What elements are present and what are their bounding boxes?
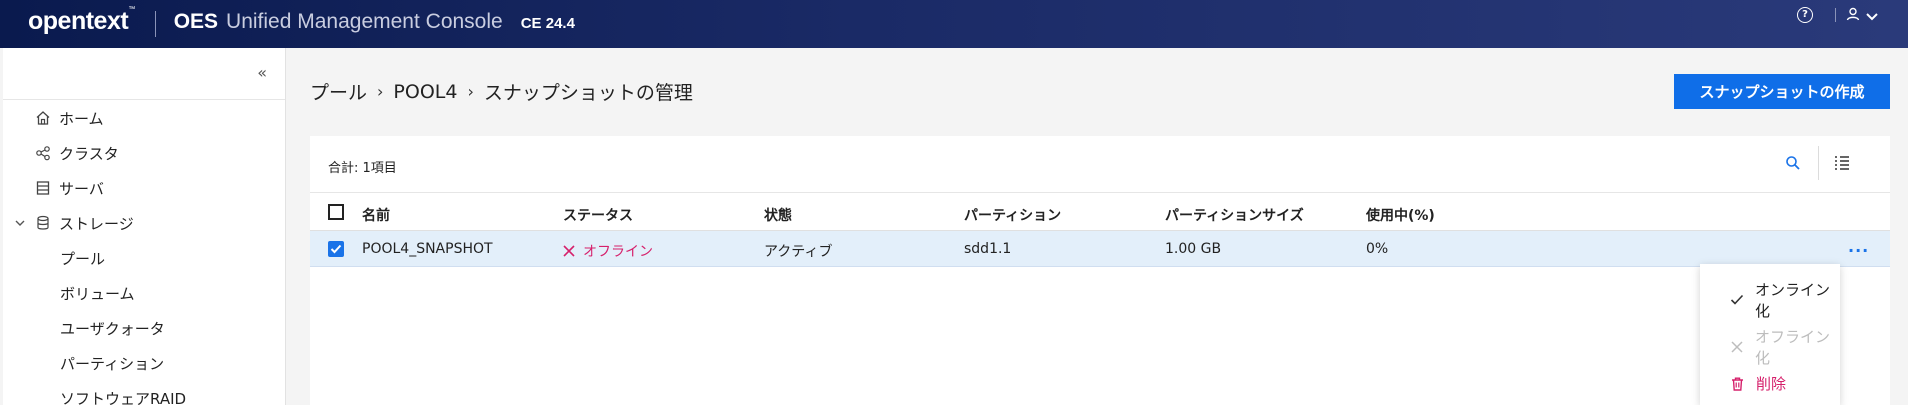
cell-partition: sdd1.1 (964, 241, 1012, 257)
chevron-down-icon[interactable] (15, 217, 25, 230)
table-toolbar: 合計: 1項目 (310, 136, 1890, 193)
column-header-in-use[interactable]: 使用中(%) (1366, 205, 1435, 225)
cell-state: アクティブ (764, 244, 833, 260)
column-header-name[interactable]: 名前 (362, 205, 390, 225)
action-delete-label: 削除 (1756, 375, 1787, 393)
sidebar-item-label: パーティション (60, 354, 165, 373)
app-name: Unified Management Console (226, 10, 503, 33)
header-right-divider (1835, 8, 1836, 22)
cluster-icon (33, 143, 53, 163)
home-icon (33, 108, 53, 128)
table-header: 名前 ステータス 状態 パーティション パーティションサイズ 使用中(%) (310, 193, 1890, 231)
cell-status: オフライン (563, 241, 653, 261)
cell-name: POOL4_SNAPSHOT (362, 241, 493, 257)
action-delete[interactable]: 削除 (1728, 373, 1786, 394)
sidebar-collapse-row: « (3, 48, 285, 100)
sidebar-item-label: プール (60, 249, 106, 268)
sidebar-item-partition[interactable]: パーティション (60, 350, 164, 376)
user-icon[interactable] (1846, 6, 1860, 25)
sidebar-item-label: ストレージ (59, 214, 134, 233)
column-header-partition-size[interactable]: パーティションサイズ (1165, 205, 1304, 225)
sidebar: « ホーム クラスタ サーバ ストレージ プール ボリューム ユーザクォータ パ… (3, 48, 286, 405)
breadcrumb-pool[interactable]: プール (310, 78, 367, 105)
server-icon (33, 178, 53, 198)
action-offline-label: オフライン化 (1755, 328, 1831, 367)
column-header-status[interactable]: ステータス (563, 205, 633, 225)
action-online[interactable]: オンライン化 (1728, 279, 1840, 321)
storage-icon (33, 213, 53, 233)
page-title: スナップショットの管理 (483, 82, 693, 104)
sidebar-item-cluster[interactable]: クラスタ (33, 140, 119, 166)
sidebar-item-software-raid[interactable]: ソフトウェアRAID (60, 385, 186, 405)
row-checkbox[interactable] (328, 241, 344, 257)
breadcrumb-pool4[interactable]: POOL4 (393, 81, 457, 103)
sidebar-item-label: ボリューム (60, 284, 135, 303)
table-row[interactable]: POOL4_SNAPSHOT オフライン アクティブ sdd1.1 1.00 G… (310, 231, 1890, 267)
create-snapshot-button[interactable]: スナップショットの作成 (1674, 74, 1890, 109)
cell-partition-size: 1.00 GB (1165, 241, 1222, 257)
status-text: オフライン (583, 244, 653, 260)
action-online-label: オンライン化 (1755, 281, 1831, 320)
row-actions-dropdown: オンライン化 オフライン化 削除 (1700, 264, 1840, 405)
close-icon (1728, 341, 1745, 353)
cell-in-use: 0% (1366, 241, 1389, 257)
opentext-logo: opentext™ (28, 6, 135, 35)
search-icon[interactable] (1785, 155, 1801, 175)
row-actions-menu-icon[interactable]: ··· (1848, 241, 1869, 260)
top-header: opentext™ OES Unified Management Console… (0, 0, 1908, 48)
select-all-checkbox[interactable] (328, 204, 344, 220)
breadcrumb: プール › POOL4 › スナップショットの管理 (310, 78, 693, 105)
column-header-state[interactable]: 状態 (764, 205, 792, 225)
snapshot-table-card: 合計: 1項目 名前 ステータス 状態 パーティション パーティションサイズ 使… (310, 136, 1890, 405)
check-icon (1728, 294, 1745, 306)
sidebar-item-home[interactable]: ホーム (33, 105, 104, 131)
sidebar-item-label: ホーム (59, 109, 104, 128)
sidebar-item-pool[interactable]: プール (60, 245, 105, 271)
app-version: CE 24.4 (520, 14, 575, 32)
breadcrumb-separator: › (377, 82, 384, 101)
toolbar-divider (1818, 146, 1819, 180)
collapse-sidebar-icon[interactable]: « (257, 63, 267, 82)
trash-icon (1728, 377, 1746, 391)
sidebar-item-volume[interactable]: ボリューム (60, 280, 135, 306)
sidebar-item-label: ソフトウェアRAID (60, 389, 187, 405)
sidebar-item-label: サーバ (59, 179, 104, 198)
total-count: 合計: 1項目 (328, 161, 397, 176)
sidebar-item-storage[interactable]: ストレージ (33, 210, 134, 236)
sidebar-item-user-quota[interactable]: ユーザクォータ (60, 315, 165, 341)
column-header-partition[interactable]: パーティション (964, 205, 1061, 225)
action-offline: オフライン化 (1728, 326, 1840, 368)
breadcrumb-separator: › (467, 82, 474, 101)
sidebar-item-label: ユーザクォータ (60, 319, 165, 338)
sidebar-item-server[interactable]: サーバ (33, 175, 104, 201)
help-icon[interactable]: ? (1797, 7, 1813, 23)
main-content: プール › POOL4 › スナップショットの管理 スナップショットの作成 合計… (287, 48, 1908, 405)
column-settings-icon[interactable] (1833, 154, 1851, 176)
sidebar-item-label: クラスタ (59, 144, 119, 163)
app-name-oes: OES (173, 10, 219, 33)
chevron-down-icon[interactable] (1866, 6, 1878, 25)
close-icon (563, 245, 575, 257)
header-divider (154, 11, 156, 37)
